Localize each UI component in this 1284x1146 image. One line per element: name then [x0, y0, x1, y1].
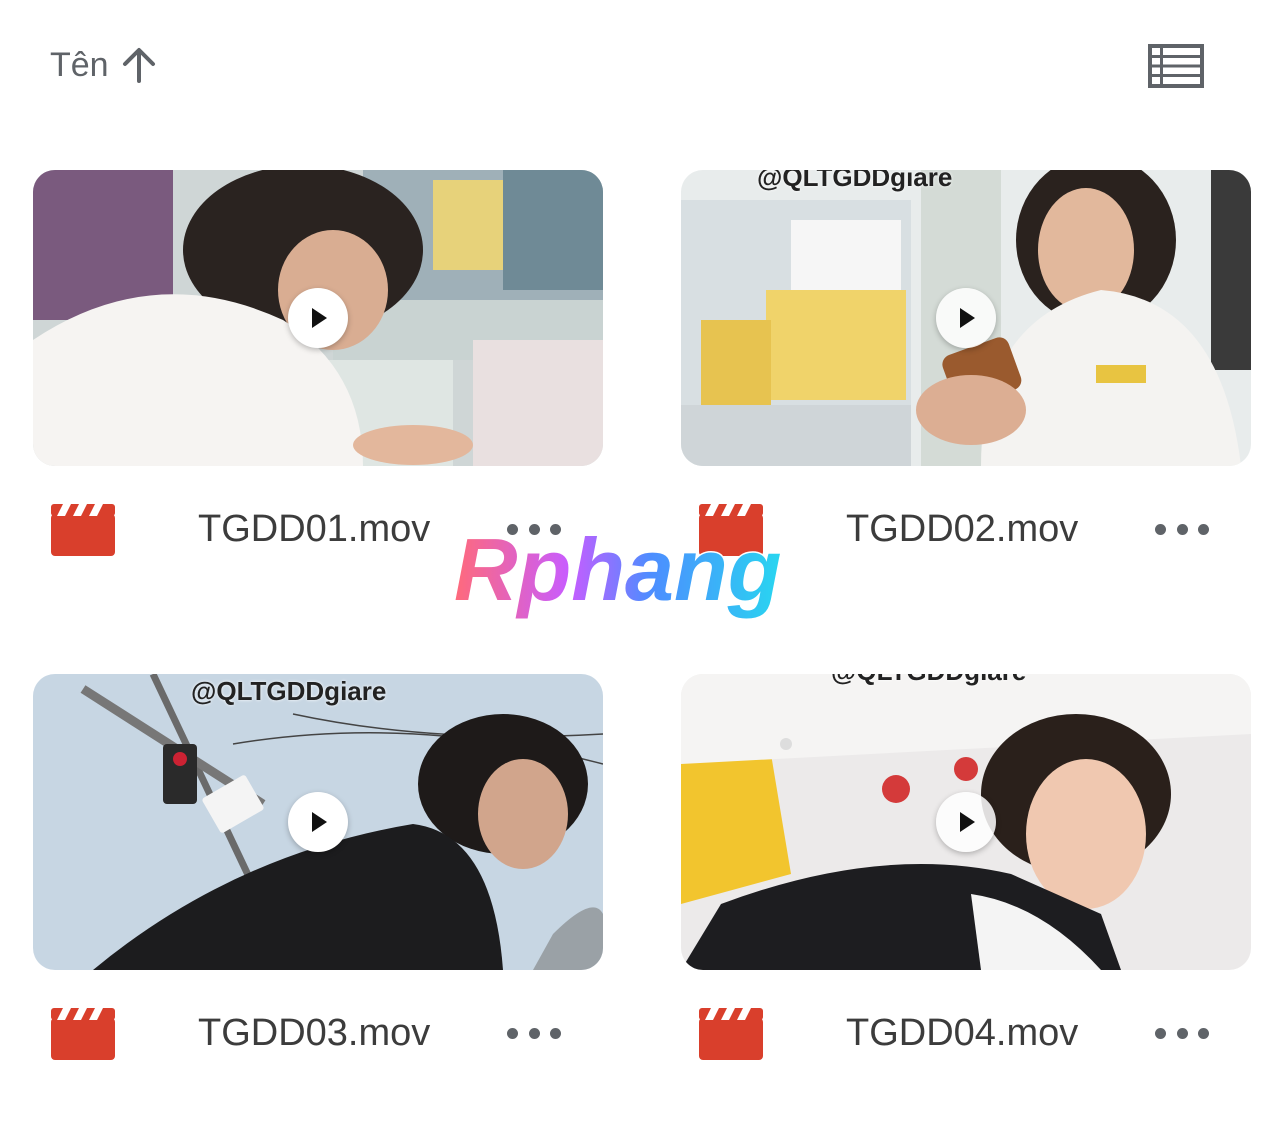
- file-info-row: TGDD04.mov: [681, 1004, 1251, 1064]
- file-info-row: TGDD01.mov: [33, 500, 603, 560]
- play-icon: [312, 812, 327, 832]
- sort-label: Tên: [50, 45, 109, 84]
- file-name: TGDD04.mov: [846, 1012, 1079, 1054]
- file-card-tgdd04[interactable]: @QLTGDDgiare TGDD04.mov: [681, 674, 1251, 1060]
- video-file-icon: [51, 1008, 115, 1060]
- sort-by-name-button[interactable]: Tên: [50, 40, 159, 90]
- file-name: TGDD03.mov: [198, 1012, 431, 1054]
- dot: [1198, 1027, 1209, 1039]
- play-button[interactable]: [936, 792, 996, 852]
- file-info-row: TGDD02.mov: [681, 500, 1251, 560]
- dot: [1176, 1027, 1188, 1039]
- dot: [1176, 523, 1188, 535]
- more-options-button[interactable]: [507, 1018, 561, 1048]
- play-icon: [960, 308, 975, 328]
- dot: [1155, 523, 1166, 535]
- video-file-icon: [51, 504, 115, 556]
- video-file-icon: [699, 1008, 763, 1060]
- dot: [550, 523, 561, 535]
- dot: [507, 1027, 518, 1039]
- list-view-icon[interactable]: [1148, 44, 1204, 88]
- dot: [528, 523, 540, 535]
- play-button[interactable]: [288, 792, 348, 852]
- file-info-row: TGDD03.mov: [33, 1004, 603, 1064]
- video-thumbnail[interactable]: @QLTGDDgiare: [681, 674, 1251, 970]
- more-options-button[interactable]: [507, 514, 561, 544]
- file-name: TGDD01.mov: [198, 508, 431, 550]
- video-thumbnail[interactable]: @QLTGDDgiare: [681, 170, 1251, 466]
- more-options-button[interactable]: [1155, 1018, 1209, 1048]
- dot: [550, 1027, 561, 1039]
- overlay-watermark: @QLTGDDgiare: [191, 676, 387, 706]
- video-thumbnail[interactable]: [33, 170, 603, 466]
- play-button[interactable]: [936, 288, 996, 348]
- overlay-watermark: @QLTGDDgiare: [831, 674, 1026, 687]
- file-card-tgdd03[interactable]: @QLTGDDgiare TGDD03.mov: [33, 674, 603, 1060]
- play-icon: [960, 812, 975, 832]
- video-thumbnail[interactable]: @QLTGDDgiare: [33, 674, 603, 970]
- arrow-up-icon: [122, 48, 155, 83]
- play-button[interactable]: [288, 288, 348, 348]
- video-file-icon: [699, 504, 763, 556]
- dot: [1198, 523, 1209, 535]
- file-card-tgdd02[interactable]: @QLTGDDgiare TGDD02.mov: [681, 170, 1251, 556]
- dot: [528, 1027, 540, 1039]
- play-icon: [312, 308, 327, 328]
- file-name: TGDD02.mov: [846, 508, 1079, 550]
- dot: [1155, 1027, 1166, 1039]
- more-options-button[interactable]: [1155, 514, 1209, 544]
- file-card-tgdd01[interactable]: TGDD01.mov: [33, 170, 603, 556]
- dot: [507, 523, 518, 535]
- overlay-watermark: @QLTGDDgiare: [757, 170, 953, 192]
